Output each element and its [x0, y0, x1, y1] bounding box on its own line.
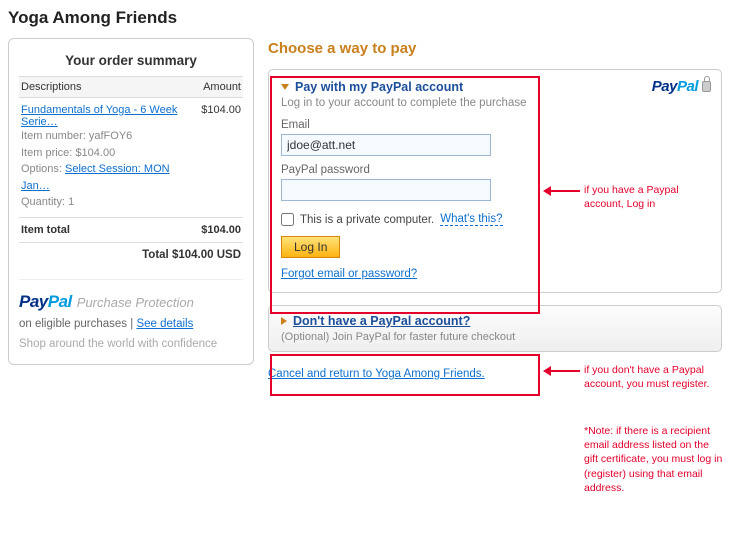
item-qty-value: 1 — [68, 196, 74, 208]
item-amount: $104.00 — [199, 98, 243, 218]
password-field[interactable] — [281, 179, 491, 201]
paypal-brand-top: PayPal — [652, 78, 711, 95]
col-descriptions: Descriptions — [19, 77, 199, 98]
item-price-label: Item price: — [21, 147, 72, 159]
item-qty-label: Quantity: — [21, 196, 65, 208]
email-field[interactable] — [281, 134, 491, 156]
pay-with-paypal-title: Pay with my PayPal account — [295, 80, 463, 94]
private-computer-label: This is a private computer. — [300, 214, 434, 226]
cancel-return-link[interactable]: Cancel and return to Yoga Among Friends. — [268, 368, 485, 380]
order-summary-table: Descriptions Amount Fundamentals of Yoga… — [19, 76, 243, 267]
order-summary-heading: Your order summary — [19, 49, 243, 76]
item-total-row: Item total $104.00 — [19, 217, 243, 242]
whats-this-link[interactable]: What's this? — [440, 213, 502, 226]
item-total-value: $104.00 — [199, 217, 243, 242]
paypal-logo: PayPal — [652, 78, 698, 95]
chevron-down-icon — [281, 84, 289, 90]
paypal-logo: PayPal — [19, 292, 72, 312]
choose-way-to-pay-title: Choose a way to pay — [268, 40, 722, 57]
item-options-label: Options: — [21, 163, 62, 175]
item-name-link[interactable]: Fundamentals of Yoga - 6 Week Serie… — [21, 104, 177, 128]
purchase-protection-label: Purchase Protection — [77, 295, 194, 310]
item-total-label: Item total — [19, 217, 199, 242]
see-details-link[interactable]: See details — [136, 318, 193, 330]
annotation-note: *Note: if there is a recipient email add… — [584, 424, 724, 495]
chevron-right-icon — [281, 317, 287, 325]
table-row: Fundamentals of Yoga - 6 Week Serie… Ite… — [19, 98, 243, 218]
col-amount: Amount — [199, 77, 243, 98]
no-paypal-subtitle: (Optional) Join PayPal for faster future… — [281, 331, 709, 343]
grand-total: Total $104.00 USD — [19, 242, 243, 267]
pay-with-paypal-toggle[interactable]: Pay with my PayPal account — [281, 80, 709, 94]
grand-total-row: Total $104.00 USD — [19, 242, 243, 267]
forgot-link[interactable]: Forgot email or password? — [281, 268, 417, 280]
annotation-register-hint-text: if you don't have a Paypal account, you … — [584, 364, 714, 391]
item-number-label: Item number: — [21, 130, 86, 142]
item-price-value: $104.00 — [75, 147, 115, 159]
protection-sub2: Shop around the world with confidence — [19, 338, 243, 350]
no-paypal-toggle[interactable]: Don't have a PayPal account? — [281, 314, 709, 328]
annotation-register-hint: if you don't have a Paypal account, you … — [550, 364, 714, 391]
order-summary-panel: Your order summary Descriptions Amount F… — [8, 38, 254, 365]
login-button[interactable]: Log In — [281, 236, 340, 258]
no-paypal-title: Don't have a PayPal account? — [293, 314, 470, 328]
email-label: Email — [281, 119, 709, 131]
annotation-login-hint-text: if you have a Paypal account, Log in — [584, 184, 714, 211]
pay-with-paypal-subtitle: Log in to your account to complete the p… — [281, 97, 709, 109]
annotation-login-hint: if you have a Paypal account, Log in — [550, 184, 714, 211]
protection-sub-prefix: on eligible purchases | — [19, 318, 133, 330]
no-paypal-section: Don't have a PayPal account? (Optional) … — [268, 305, 722, 352]
purchase-protection: PayPal Purchase Protection — [19, 279, 243, 312]
page-title: Yoga Among Friends — [0, 0, 730, 38]
password-label: PayPal password — [281, 164, 709, 176]
item-number-value: yafFOY6 — [89, 130, 132, 142]
pay-with-paypal-section: PayPal Pay with my PayPal account Log in… — [268, 69, 722, 293]
private-computer-checkbox[interactable] — [281, 213, 294, 226]
lock-icon — [702, 81, 711, 92]
